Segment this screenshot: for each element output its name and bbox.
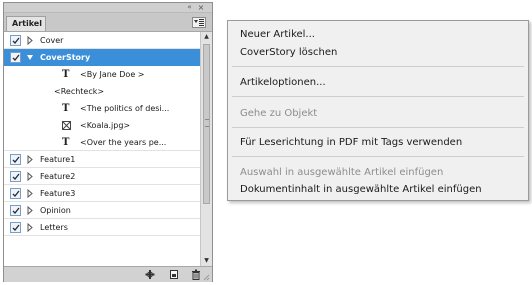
article-row-feature3[interactable]: Feature3 xyxy=(4,185,200,202)
expand-triangle-icon[interactable] xyxy=(26,202,34,219)
visibility-checkbox[interactable] xyxy=(10,52,21,63)
collapse-triangle-icon[interactable] xyxy=(26,49,34,66)
menu-separator xyxy=(232,96,524,97)
article-content-row[interactable]: T <The politics of desi... xyxy=(4,100,200,117)
visibility-checkbox[interactable] xyxy=(10,222,21,233)
article-label: CoverStory xyxy=(40,53,91,62)
text-frame-icon: T xyxy=(62,137,70,148)
visibility-checkbox[interactable] xyxy=(10,188,21,199)
article-row-coverstory[interactable]: CoverStory xyxy=(4,49,200,66)
expand-triangle-icon[interactable] xyxy=(26,151,34,168)
scroll-down-arrow-icon[interactable]: ▼ xyxy=(201,256,212,266)
menu-item-add-selection-to-articles: Auswahl in ausgewählte Artikel einfügen xyxy=(240,167,444,178)
article-label: Feature2 xyxy=(40,172,76,181)
menu-item-new-article[interactable]: Neuer Artikel... xyxy=(240,28,315,42)
text-frame-icon: T xyxy=(62,69,70,80)
new-article-icon[interactable] xyxy=(168,269,180,280)
menu-item-article-options[interactable]: Artikeloptionen... xyxy=(240,76,326,90)
menu-separator xyxy=(232,127,524,128)
text-frame-icon: T xyxy=(62,103,70,114)
resize-grip-icon[interactable] xyxy=(202,273,210,281)
article-content-row[interactable]: <Koala.jpg> xyxy=(4,117,200,134)
article-row-feature2[interactable]: Feature2 xyxy=(4,168,200,185)
article-label: Opinion xyxy=(40,206,71,215)
checkmark-icon xyxy=(12,37,20,44)
menu-separator xyxy=(232,156,524,157)
visibility-checkbox[interactable] xyxy=(10,35,21,46)
scroll-thumb[interactable] xyxy=(203,44,210,204)
expand-triangle-icon[interactable] xyxy=(26,168,34,185)
menu-item-add-document-content-to-articles[interactable]: Dokumentinhalt in ausgewählte Artikel ei… xyxy=(240,183,482,197)
vertical-scrollbar[interactable]: ▲ ▼ xyxy=(200,32,212,266)
content-label: <Over the years pe... xyxy=(80,138,167,147)
article-label: Letters xyxy=(40,223,68,232)
content-label: <By Jane Doe > xyxy=(80,70,145,79)
checkmark-icon xyxy=(12,224,20,231)
panel-bottom-bar xyxy=(4,266,212,282)
article-row-cover[interactable]: Cover xyxy=(4,32,200,49)
article-row-feature1[interactable]: Feature1 xyxy=(4,151,200,168)
panel-flyout-menu: Neuer Artikel... CoverStory löschen Arti… xyxy=(227,20,529,201)
menu-item-go-to-object: Gehe zu Objekt xyxy=(240,108,318,119)
article-content-row[interactable]: T <Over the years pe... xyxy=(4,134,200,151)
trash-icon[interactable] xyxy=(190,269,202,280)
expand-triangle-icon[interactable] xyxy=(26,32,34,49)
checkmark-icon xyxy=(12,156,20,163)
expand-triangle-icon[interactable] xyxy=(26,219,34,236)
screen: « × Artikel Cover CoverStory T <By Jane … xyxy=(0,0,532,285)
panel-menu-button[interactable] xyxy=(192,17,206,28)
add-content-icon[interactable] xyxy=(144,269,156,280)
content-label: <The politics of desi... xyxy=(80,104,170,113)
checkmark-icon xyxy=(12,207,20,214)
visibility-checkbox[interactable] xyxy=(10,154,21,165)
scroll-grip xyxy=(205,119,209,127)
article-label: Cover xyxy=(40,36,64,45)
visibility-checkbox[interactable] xyxy=(10,171,21,182)
content-label: <Koala.jpg> xyxy=(80,121,131,130)
close-panel-button[interactable]: × xyxy=(196,3,206,12)
article-content-row[interactable]: <Rechteck> xyxy=(4,83,200,100)
article-row-letters[interactable]: Letters xyxy=(4,219,200,236)
collapse-panel-button[interactable]: « xyxy=(184,3,194,12)
content-label: <Rechteck> xyxy=(54,87,105,96)
article-content-row[interactable]: T <By Jane Doe > xyxy=(4,66,200,83)
articles-panel: « × Artikel Cover CoverStory T <By Jane … xyxy=(3,2,213,282)
panel-menu-icon xyxy=(194,19,204,26)
article-label: Feature1 xyxy=(40,155,76,164)
visibility-checkbox[interactable] xyxy=(10,205,21,216)
checkmark-icon xyxy=(12,173,20,180)
tab-artikel[interactable]: Artikel xyxy=(6,16,46,31)
menu-item-delete-article[interactable]: CoverStory löschen xyxy=(240,46,337,60)
image-frame-icon xyxy=(62,121,71,130)
expand-triangle-icon[interactable] xyxy=(26,185,34,202)
article-row-opinion[interactable]: Opinion xyxy=(4,202,200,219)
checkmark-icon xyxy=(12,190,20,197)
checkmark-icon xyxy=(12,54,20,61)
panel-title-bar[interactable]: « × xyxy=(4,3,212,13)
scroll-up-arrow-icon[interactable]: ▲ xyxy=(201,32,212,42)
menu-item-use-for-pdf-reading-order[interactable]: Für Leserichtung in PDF mit Tags verwend… xyxy=(240,136,462,150)
article-label: Feature3 xyxy=(40,189,76,198)
article-list: Cover CoverStory T <By Jane Doe > <Recht… xyxy=(4,32,200,266)
menu-separator xyxy=(232,66,524,67)
panel-tab-row: Artikel xyxy=(4,13,212,32)
